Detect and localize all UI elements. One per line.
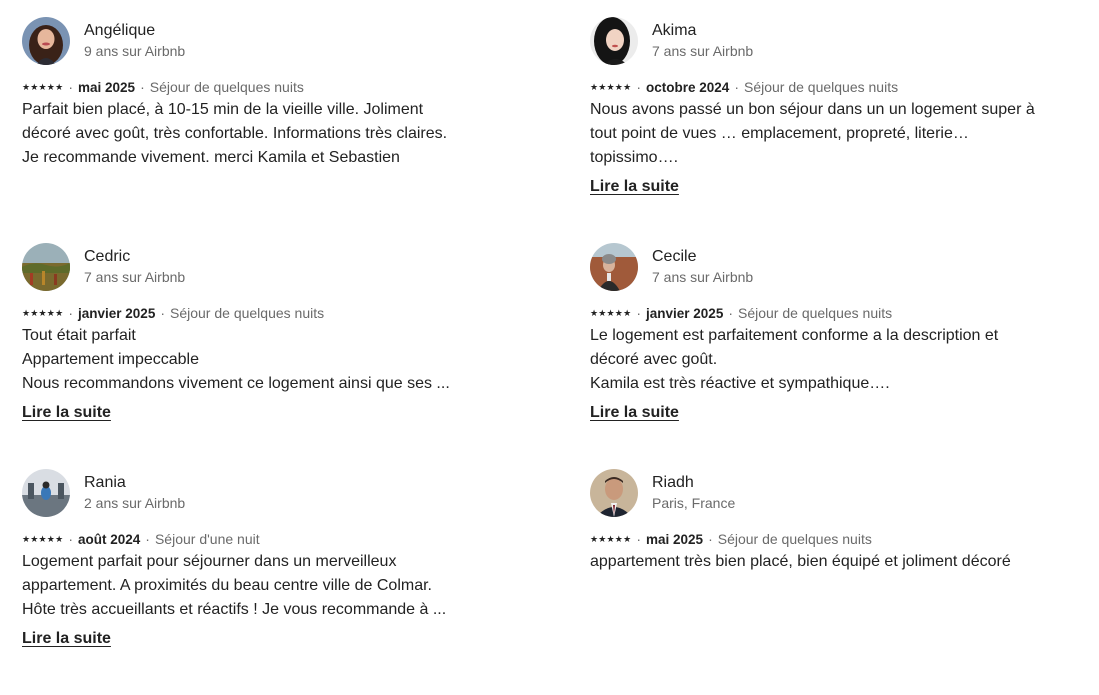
review-text-line: décoré avec goût, très confortable. Info…: [22, 125, 448, 142]
review-text-line: Le logement est parfaitement conforme a …: [590, 327, 999, 344]
reviewer-tenure: 7 ans sur Airbnb: [84, 269, 186, 285]
separator-dot: ·: [145, 531, 150, 547]
star-rating: ★★★★★: [590, 82, 632, 92]
stay-type: Séjour de quelques nuits: [170, 305, 325, 321]
reviewer-avatar[interactable]: [22, 243, 70, 291]
separator-dot: ·: [734, 79, 739, 95]
stay-type: Séjour de quelques nuits: [743, 79, 899, 95]
star-rating: ★★★★★: [22, 534, 64, 544]
review-meta: ★★★★★ · mai 2025 · Séjour de quelques nu…: [22, 77, 590, 97]
reviewer-location: Paris, France: [652, 495, 736, 511]
review-text: Tout était parfait Appartement impeccabl…: [22, 324, 482, 396]
reviewer-tenure: 2 ans sur Airbnb: [84, 495, 186, 511]
star-rating: ★★★★★: [590, 308, 632, 318]
review-date: janvier 2025: [646, 305, 724, 321]
review-text: Logement parfait pour séjourner dans un …: [22, 550, 482, 622]
review-text: appartement très bien placé, bien équipé…: [590, 550, 1050, 574]
review-date: mai 2025: [78, 79, 136, 95]
review-header: Angélique 9 ans sur Airbnb: [22, 17, 590, 67]
reviewer-name: Akima: [652, 22, 697, 39]
separator-dot: ·: [68, 531, 74, 547]
reviewer-name: Cedric: [84, 248, 131, 265]
review-text-line: Nous avons passé un bon séjour dans un u…: [590, 101, 1035, 118]
review-text-line: tout point de vues … emplacement, propre…: [590, 125, 969, 142]
review-header: Akima 7 ans sur Airbnb: [590, 17, 1070, 67]
review-header: Cecile 7 ans sur Airbnb: [590, 243, 1070, 293]
separator-dot: ·: [636, 305, 642, 321]
stay-type: Séjour de quelques nuits: [717, 531, 872, 547]
separator-dot: ·: [708, 531, 713, 547]
stay-type: Séjour de quelques nuits: [738, 305, 893, 321]
read-more-link[interactable]: Lire la suite: [22, 630, 111, 648]
review-card: Riadh Paris, France ★★★★★ · mai 2025 · S…: [590, 469, 1070, 695]
separator-dot: ·: [68, 305, 74, 321]
separator-dot: ·: [636, 79, 642, 95]
review-date: janvier 2025: [78, 305, 156, 321]
star-rating: ★★★★★: [22, 308, 64, 318]
review-text-line: appartement très bien placé, bien équipé…: [590, 553, 1011, 570]
separator-dot: ·: [68, 79, 74, 95]
read-more-link[interactable]: Lire la suite: [590, 404, 679, 422]
reviewer-tenure: 7 ans sur Airbnb: [652, 269, 754, 285]
separator-dot: ·: [728, 305, 733, 321]
reviews-grid: Angélique 9 ans sur Airbnb ★★★★★ · mai 2…: [22, 17, 1070, 695]
star-rating: ★★★★★: [590, 534, 632, 544]
reviewer-name: Cecile: [652, 248, 697, 265]
review-text-line: topissimo….: [590, 149, 679, 166]
review-text-line: décoré avec goût.: [590, 351, 718, 368]
review-meta: ★★★★★ · octobre 2024 · Séjour de quelque…: [590, 77, 1070, 97]
review-text: Parfait bien placé, à 10-15 min de la vi…: [22, 98, 482, 170]
review-text-line: Nous recommandons vivement ce logement a…: [22, 375, 450, 392]
review-card: Angélique 9 ans sur Airbnb ★★★★★ · mai 2…: [22, 17, 590, 243]
review-text-line: appartement. A proximités du beau centre…: [22, 577, 432, 594]
reviewer-tenure: 7 ans sur Airbnb: [652, 43, 754, 59]
reviewer-avatar[interactable]: [22, 17, 70, 65]
review-date: mai 2025: [646, 531, 704, 547]
review-card: Cecile 7 ans sur Airbnb ★★★★★ · janvier …: [590, 243, 1070, 469]
review-text-line: Tout était parfait: [22, 327, 136, 344]
reviewer-avatar[interactable]: [22, 469, 70, 517]
stay-type: Séjour d'une nuit: [154, 531, 260, 547]
separator-dot: ·: [140, 79, 145, 95]
separator-dot: ·: [160, 305, 165, 321]
review-date: octobre 2024: [646, 79, 730, 95]
review-text: Le logement est parfaitement conforme a …: [590, 324, 1050, 396]
review-text: Nous avons passé un bon séjour dans un u…: [590, 98, 1050, 170]
stay-type: Séjour de quelques nuits: [149, 79, 304, 95]
review-meta: ★★★★★ · janvier 2025 · Séjour de quelque…: [22, 303, 590, 323]
reviewer-tenure: 9 ans sur Airbnb: [84, 43, 186, 59]
review-header: Cedric 7 ans sur Airbnb: [22, 243, 590, 293]
review-text-line: Hôte très accueillants et réactifs ! Je …: [22, 601, 447, 618]
review-header: Rania 2 ans sur Airbnb: [22, 469, 590, 519]
reviewer-avatar[interactable]: [590, 243, 638, 291]
review-text-line: Kamila est très réactive et sympathique……: [590, 375, 890, 392]
review-date: août 2024: [78, 531, 141, 547]
read-more-link[interactable]: Lire la suite: [22, 404, 111, 422]
reviewer-name: Angélique: [84, 22, 156, 39]
reviewer-avatar[interactable]: [590, 17, 638, 65]
review-header: Riadh Paris, France: [590, 469, 1070, 519]
reviewer-name: Riadh: [652, 474, 694, 491]
reviewer-name: Rania: [84, 474, 126, 491]
review-meta: ★★★★★ · mai 2025 · Séjour de quelques nu…: [590, 529, 1070, 549]
review-text-line: Parfait bien placé, à 10-15 min de la vi…: [22, 101, 424, 118]
review-meta: ★★★★★ · août 2024 · Séjour d'une nuit: [22, 529, 590, 549]
read-more-link[interactable]: Lire la suite: [590, 178, 679, 196]
review-card: Cedric 7 ans sur Airbnb ★★★★★ · janvier …: [22, 243, 590, 469]
review-meta: ★★★★★ · janvier 2025 · Séjour de quelque…: [590, 303, 1070, 323]
review-text-line: Appartement impeccable: [22, 351, 199, 368]
star-rating: ★★★★★: [22, 82, 64, 92]
review-card: Akima 7 ans sur Airbnb ★★★★★ · octobre 2…: [590, 17, 1070, 243]
review-text-line: Logement parfait pour séjourner dans un …: [22, 553, 397, 570]
review-text-line: Je recommande vivement. merci Kamila et …: [22, 149, 400, 166]
reviewer-avatar[interactable]: [590, 469, 638, 517]
review-card: Rania 2 ans sur Airbnb ★★★★★ · août 2024…: [22, 469, 590, 695]
separator-dot: ·: [636, 531, 642, 547]
